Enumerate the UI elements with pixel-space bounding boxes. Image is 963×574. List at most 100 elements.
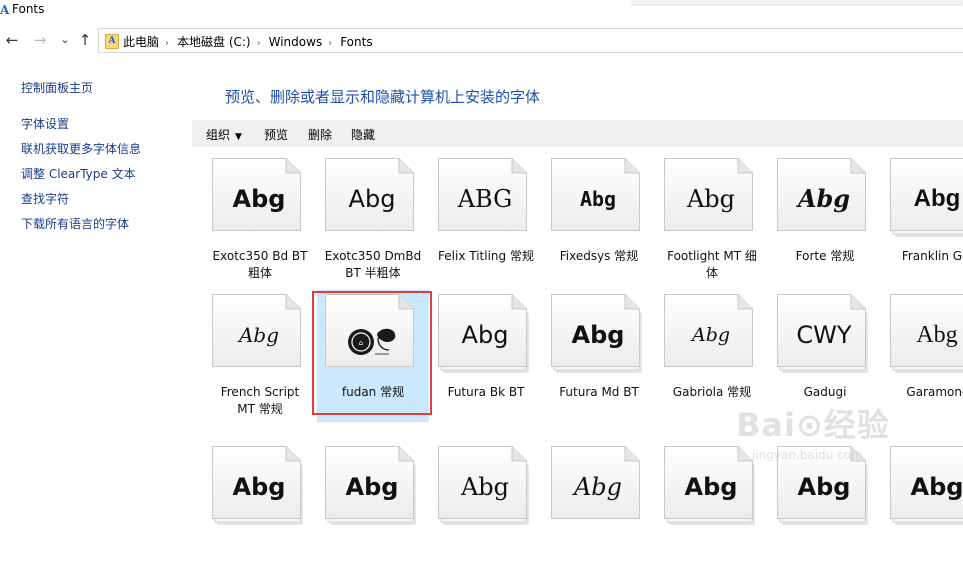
breadcrumb-separator-icon[interactable]: › [328,38,332,49]
title-bar: Fonts [0,0,963,22]
font-file-icon: Abg [664,158,758,234]
font-tile[interactable]: Abg Futura Md BT [543,290,655,422]
font-tile[interactable]: ABG Felix Titling 常规 [430,154,542,286]
font-tile[interactable]: Abg [430,442,542,574]
font-name-line2: BT 半粗体 [345,266,401,280]
font-file-icon: Abg [551,158,645,234]
font-tile[interactable]: Abg Franklin Got [882,154,963,286]
font-name-line1: Forte 常规 [795,249,855,263]
font-name-line1: French Script [220,385,300,399]
font-sample-text: Abg [573,473,623,501]
font-name-line1: Franklin Got [901,249,963,263]
breadcrumb-separator-icon[interactable]: › [165,38,169,49]
font-name-line1: Futura Md BT [559,385,639,399]
breadcrumb-separator-icon[interactable]: › [257,38,261,49]
font-tile[interactable]: Abg [543,442,655,574]
font-file-icon: Abg [551,446,645,522]
address-bar[interactable]: A 此电脑 › 本地磁盘 (C:) › Windows › Fonts [98,28,963,53]
font-sample-text: Abg [916,322,958,348]
font-tile[interactable]: Abg French Script MT 常规 [204,290,316,422]
font-settings-link[interactable]: 字体设置 [21,115,69,132]
font-tile[interactable]: Abg Fixedsys 常规 [543,154,655,286]
font-tile-label: Franklin Got [882,248,963,265]
dropdown-caret-icon: ▼ [235,132,242,142]
font-sample-text: Abg [232,473,286,501]
font-tile-label: Gadugi [769,384,881,401]
breadcrumb-local-disk[interactable]: 本地磁盘 (C:) [177,35,251,49]
font-tile[interactable]: Abg Futura Bk BT [430,290,542,422]
font-file-icon: ABG [438,158,532,234]
font-tile[interactable]: Abg Exotc350 DmBd BT 半粗体 [317,154,429,286]
watermark-url: jingyan.baidu.com [752,448,863,462]
font-tile-label: French Script MT 常规 [204,384,316,418]
left-nav-pane: 控制面板主页 字体设置 联机获取更多字体信息 调整 ClearType 文本 查… [0,60,192,490]
back-arrow-icon[interactable]: ← [4,31,20,49]
up-arrow-icon[interactable]: ↑ [77,31,93,49]
font-tile[interactable]: Abg Footlight MT 细体 [656,154,768,286]
font-file-icon: Abg [212,158,306,234]
font-file-icon: Abg [325,158,419,234]
font-sample-text: Abg [684,473,738,501]
font-name-line1: Footlight MT 细 [667,249,757,263]
overlapping-window-edge [632,0,963,4]
font-tile-label: Garamond [882,384,963,401]
font-name-line1: Gadugi [803,385,847,399]
find-character-link[interactable]: 查找字符 [21,190,69,207]
font-name-line1: Exotc350 Bd BT [212,249,308,263]
font-file-icon: Abg [777,158,871,234]
download-all-language-fonts-link[interactable]: 下载所有语言的字体 [21,215,129,232]
font-family-stack-icon: Abg [890,294,963,373]
font-sample-text: Abg [913,185,961,212]
font-sample-text: Abg [571,321,625,349]
font-name-line1: Exotc350 DmBd [324,249,422,263]
font-tile[interactable]: Abg Forte 常规 [769,154,881,286]
font-name-line1: Felix Titling 常规 [438,249,534,263]
font-name-line1: Fixedsys 常规 [559,249,639,263]
forward-arrow-icon[interactable]: → [32,31,48,49]
get-more-fonts-online-link[interactable]: 联机获取更多字体信息 [21,140,141,157]
font-name-line1: Garamond [906,385,963,399]
page-heading: 预览、删除或者显示和隐藏计算机上安装的字体 [225,88,541,106]
baidu-watermark: Bai⊙经验 jingyan.baidu.com [736,400,963,470]
navigation-row: ← → ⌄ ↑ A 此电脑 › 本地磁盘 (C:) › Windows › Fonts [0,28,963,54]
font-family-stack-icon: Abg [212,446,306,525]
font-tile-label: Felix Titling 常规 [430,248,542,265]
font-name-line1: Futura Bk BT [447,385,525,399]
breadcrumb-fonts[interactable]: Fonts [340,35,372,49]
font-tile[interactable]: Abg [204,442,316,574]
font-sample-text: ABG [457,185,513,213]
font-name-line2: MT 常规 [237,402,283,416]
delete-button[interactable]: 删除 [308,126,332,143]
organize-button[interactable]: 组织 ▼ [206,126,242,143]
preview-button[interactable]: 预览 [264,126,288,143]
font-tile[interactable]: Abg [317,442,429,574]
font-tile-label: Fixedsys 常规 [543,248,655,265]
font-family-stack-icon: Abg [325,446,419,525]
font-sample-text: Abg [691,324,731,346]
breadcrumb-windows[interactable]: Windows [269,35,323,49]
breadcrumb: 此电脑 › 本地磁盘 (C:) › Windows › Fonts [123,33,373,50]
font-name-line1: Gabriola 常规 [672,385,752,399]
font-family-stack-icon: Abg [438,294,532,373]
font-sample-text: Abg [461,321,509,349]
recent-locations-chevron-icon[interactable]: ⌄ [57,31,73,49]
font-name-line2: 粗体 [247,266,272,280]
font-tile-label: Exotc350 Bd BT 粗体 [204,248,316,282]
font-sample-text: Abg [460,473,510,501]
window-title: Fonts [12,2,45,16]
font-sample-text: Abg [348,185,396,213]
control-panel-home-link[interactable]: 控制面板主页 [21,79,93,96]
font-sample-text: Abg [910,473,963,501]
font-tile[interactable]: Abg Exotc350 Bd BT 粗体 [204,154,316,286]
font-sample-text: CWY [796,321,852,349]
watermark-logo: Bai⊙经验 [736,406,890,444]
font-sample-text: Abg [345,473,399,501]
fonts-app-icon [0,3,11,17]
font-tile-label: Forte 常规 [769,248,881,265]
font-family-stack-icon: Abg [890,158,963,237]
font-file-icon: Abg [664,294,758,370]
adjust-cleartype-link[interactable]: 调整 ClearType 文本 [21,165,136,182]
font-sample-text: Abg [797,473,851,501]
breadcrumb-this-pc[interactable]: 此电脑 [123,35,159,49]
hide-button[interactable]: 隐藏 [351,126,375,143]
